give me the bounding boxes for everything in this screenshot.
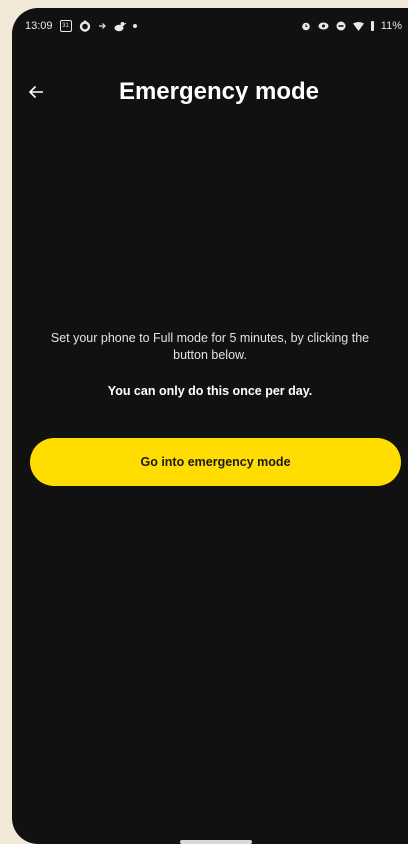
arrow-icon [98, 22, 106, 30]
app-o-icon [79, 20, 91, 32]
do-not-disturb-icon [336, 21, 346, 31]
bird-icon [113, 21, 126, 32]
calendar-icon: 31 [59, 20, 72, 32]
status-bar: 13:09 31 11% [12, 8, 408, 42]
battery-percent: 11% [380, 20, 402, 32]
home-indicator[interactable] [180, 840, 252, 844]
eye-icon [318, 22, 329, 30]
app-bar: Emergency mode [12, 68, 408, 120]
status-right: 11% [301, 20, 402, 32]
dot-icon [132, 24, 137, 28]
description-text: Set your phone to Full mode for 5 minute… [50, 331, 370, 362]
wifi-icon [352, 21, 364, 31]
alarm-icon [301, 21, 311, 31]
emergency-mode-button[interactable]: Go into emergency mode [30, 438, 401, 486]
battery-icon [370, 21, 374, 31]
status-time: 13:09 [25, 20, 53, 32]
page-title: Emergency mode [118, 78, 320, 105]
notice-text: You can only do this once per day. [107, 384, 313, 398]
status-left: 13:09 31 [25, 20, 137, 32]
phone-screen: 13:09 31 11% Emergency mode Set your pho… [12, 8, 408, 844]
